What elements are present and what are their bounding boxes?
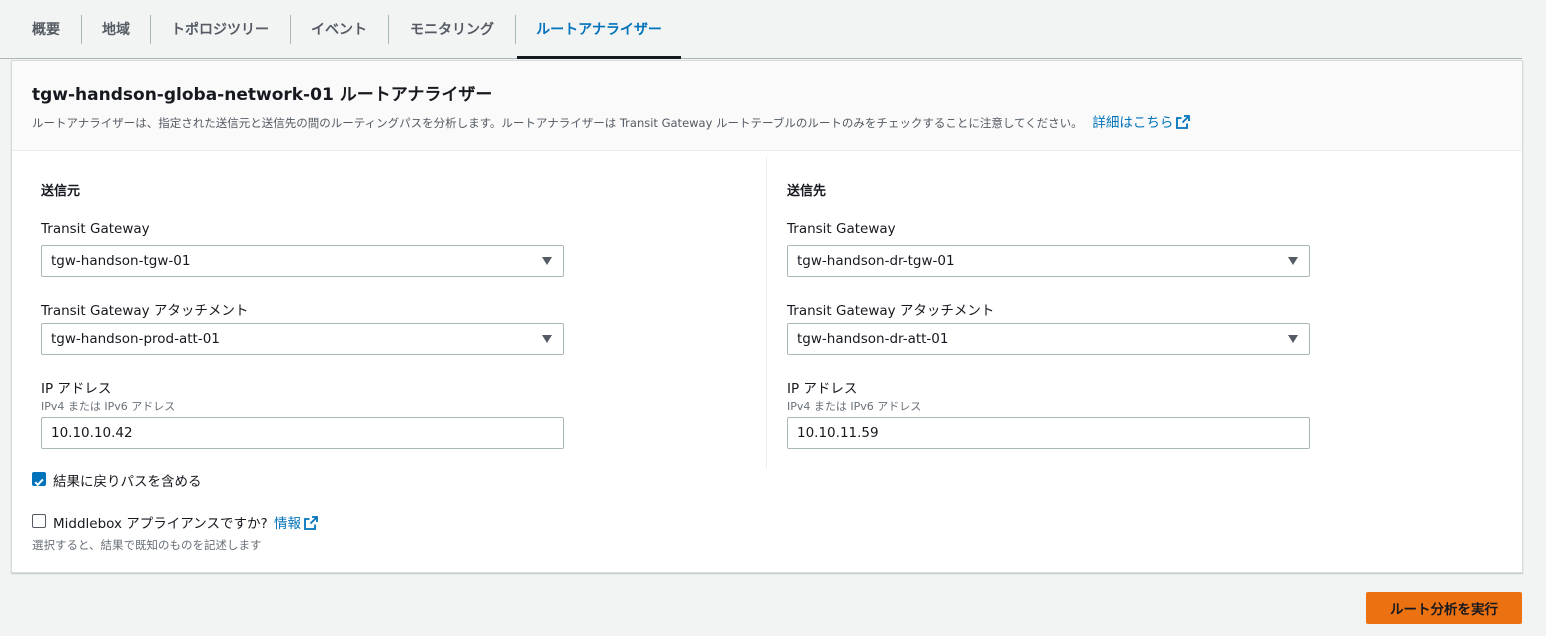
source-ip-input[interactable]: 10.10.10.42: [41, 417, 564, 449]
learn-more-link-label: 詳細はこちら: [1092, 115, 1174, 131]
run-route-analysis-button[interactable]: ルート分析を実行: [1366, 592, 1522, 624]
learn-more-link[interactable]: 詳細はこちら: [1092, 115, 1191, 131]
panel-header: tgw-handson-globa-network-01 ルートアナライザー ル…: [12, 61, 1522, 151]
caret-down-icon: [542, 257, 552, 265]
middlebox-label-text: Middlebox アプライアンスですか?: [53, 516, 268, 532]
checkmark-icon: [34, 478, 44, 487]
caret-down-icon: [1288, 257, 1298, 265]
source-ip-sublabel: IPv4 または IPv6 アドレス: [41, 400, 176, 413]
source-ip-value: 10.10.10.42: [51, 425, 133, 441]
source-attachment-label: Transit Gateway アタッチメント: [41, 303, 249, 319]
source-tgw-select[interactable]: tgw-handson-tgw-01: [41, 245, 564, 277]
middlebox-checkbox[interactable]: [32, 514, 46, 528]
tab-monitoring[interactable]: モニタリング: [390, 0, 514, 58]
middlebox-hint: 選択すると、結果で既知のものを記述します: [32, 538, 262, 552]
tab-bar: 概要 地域 トポロジツリー イベント モニタリング ルートアナライザー: [0, 0, 1522, 59]
external-link-icon: [1176, 115, 1191, 129]
destination-tgw-value: tgw-handson-dr-tgw-01: [797, 253, 955, 269]
column-divider: [766, 157, 767, 469]
destination-heading: 送信先: [787, 184, 827, 199]
tab-divider: [388, 15, 389, 44]
destination-attachment-select[interactable]: tgw-handson-dr-att-01: [787, 323, 1310, 355]
source-tgw-label: Transit Gateway: [41, 221, 150, 237]
source-attachment-select[interactable]: tgw-handson-prod-att-01: [41, 323, 564, 355]
tab-divider: [515, 15, 516, 44]
tab-topology-tree[interactable]: トポロジツリー: [152, 0, 288, 58]
destination-tgw-select[interactable]: tgw-handson-dr-tgw-01: [787, 245, 1310, 277]
destination-ip-sublabel: IPv4 または IPv6 アドレス: [787, 400, 922, 413]
caret-down-icon: [542, 335, 552, 343]
source-tgw-value: tgw-handson-tgw-01: [51, 253, 191, 269]
source-ip-label: IP アドレス: [41, 381, 112, 397]
middlebox-label: Middlebox アプライアンスですか? 情報: [53, 512, 318, 532]
tab-overview[interactable]: 概要: [14, 0, 78, 58]
source-heading: 送信元: [41, 184, 81, 199]
destination-ip-value: 10.10.11.59: [797, 425, 879, 441]
external-link-icon: [304, 516, 318, 530]
tab-regions[interactable]: 地域: [84, 0, 148, 58]
source-attachment-value: tgw-handson-prod-att-01: [51, 331, 220, 347]
info-link-label: 情報: [273, 516, 301, 532]
tab-divider: [290, 15, 291, 44]
destination-ip-input[interactable]: 10.10.11.59: [787, 417, 1310, 449]
route-analyzer-panel: tgw-handson-globa-network-01 ルートアナライザー ル…: [11, 60, 1523, 573]
panel-description: ルートアナライザーは、指定された送信元と送信先の間のルーティングパスを分析します…: [32, 111, 1191, 131]
caret-down-icon: [1288, 335, 1298, 343]
middlebox-info-link[interactable]: 情報: [274, 516, 318, 532]
destination-attachment-value: tgw-handson-dr-att-01: [797, 331, 949, 347]
panel-title: tgw-handson-globa-network-01 ルートアナライザー: [32, 85, 493, 105]
destination-tgw-label: Transit Gateway: [787, 221, 896, 237]
destination-ip-label: IP アドレス: [787, 381, 858, 397]
description-text: ルートアナライザーは、指定された送信元と送信先の間のルーティングパスを分析します…: [32, 116, 1083, 130]
return-path-label: 結果に戻りパスを含める: [53, 474, 202, 490]
tab-divider: [81, 15, 82, 44]
tab-events[interactable]: イベント: [292, 0, 386, 58]
tab-divider: [150, 15, 151, 44]
tab-route-analyzer[interactable]: ルートアナライザー: [517, 0, 681, 59]
return-path-checkbox[interactable]: [32, 472, 46, 487]
destination-attachment-label: Transit Gateway アタッチメント: [787, 303, 995, 319]
